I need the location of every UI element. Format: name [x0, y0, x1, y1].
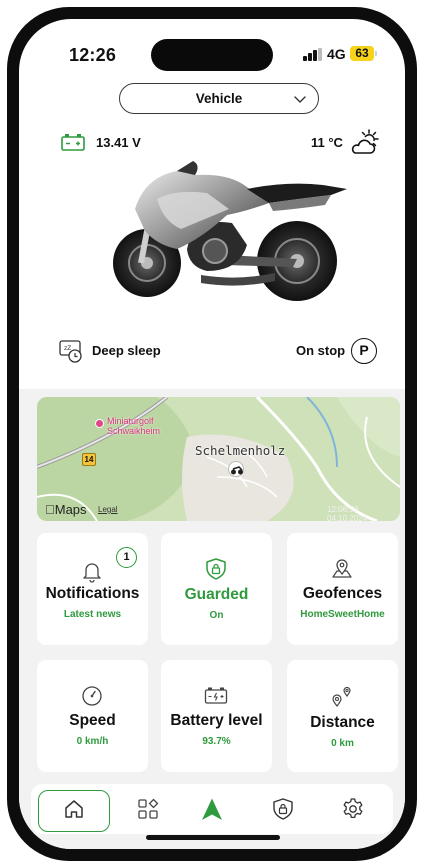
route-icon [332, 686, 351, 707]
speed-title: Speed [69, 712, 116, 729]
road-number-badge: 14 [82, 453, 96, 466]
distance-value: 0 km [331, 738, 354, 749]
home-indicator[interactable] [146, 835, 280, 840]
guarded-card[interactable]: Guarded On [161, 533, 272, 645]
speed-card[interactable]: Speed 0 km/h [37, 660, 148, 772]
phone-frame: 12:26 4G 63 Vehicle 13.41 V 11 °C zZ Dee… [7, 7, 417, 861]
stop-state: On stop [296, 343, 346, 358]
map-poi-pin-icon [95, 419, 104, 428]
chevron-down-icon [294, 96, 306, 103]
shield-lock-icon [273, 798, 293, 820]
partly-cloudy-icon [351, 129, 379, 154]
guarded-title: Guarded [184, 586, 249, 603]
network-type: 4G [327, 46, 346, 62]
notification-count-badge: 1 [116, 547, 137, 568]
motorcycle-icon [231, 466, 243, 475]
status-time: 12:26 [69, 45, 117, 65]
motorcycle-image [113, 161, 347, 301]
map-place-label: Schelmenholz [195, 443, 286, 458]
sleep-mode-icon: zZ [59, 340, 82, 363]
vehicle-location-marker[interactable] [228, 461, 244, 477]
app-screen: 12:26 4G 63 Vehicle 13.41 V 11 °C zZ Dee… [19, 19, 405, 849]
tab-home[interactable] [38, 784, 110, 834]
geofences-title: Geofences [302, 585, 383, 602]
tab-security[interactable] [247, 784, 319, 834]
gear-icon [343, 798, 363, 819]
maps-attribution: Maps [45, 502, 87, 517]
navigation-arrow-icon [202, 798, 222, 820]
home-icon [65, 800, 83, 818]
battery-level-title: Battery level [170, 712, 263, 729]
battery-level-card[interactable]: Battery level 93.7% [161, 660, 272, 772]
sleep-state: Deep sleep [92, 343, 161, 358]
geofences-card[interactable]: Geofences HomeSweetHome [287, 533, 398, 645]
signal-icon [303, 48, 323, 61]
guarded-status: On [209, 610, 224, 621]
voltage-value: 13.41 V [96, 135, 141, 150]
dynamic-island [151, 39, 273, 71]
map-poi-label: Miniaturgolf Schwaikheim [107, 416, 160, 436]
location-map[interactable]: Miniaturgolf Schwaikheim 14 Schelmenholz… [37, 397, 400, 521]
battery-indicator: 63 [350, 46, 374, 61]
battery-tip [375, 51, 377, 56]
vehicle-selector[interactable]: Vehicle [119, 83, 319, 114]
map-legal-link[interactable]: Legal [98, 505, 118, 514]
apple-logo-icon:  [45, 502, 55, 517]
geofences-subtitle: HomeSweetHome [300, 609, 385, 620]
tab-apps[interactable] [112, 784, 184, 834]
map-poi-line-2: Schwaikheim [107, 426, 161, 436]
map-pin-icon [332, 559, 352, 578]
vehicle-selector-label: Vehicle [195, 91, 243, 106]
maps-brand-text: Maps [45, 502, 87, 517]
temperature-value: 11 °C [311, 135, 343, 150]
apps-icon [138, 798, 159, 819]
distance-card[interactable]: Distance 0 km [287, 660, 398, 772]
tab-settings[interactable] [317, 784, 389, 834]
parking-icon: P [351, 338, 377, 364]
map-timestamp: 12:06:50 04.10.2024 [327, 505, 368, 521]
tab-navigation[interactable] [176, 784, 248, 834]
car-battery-icon [61, 134, 85, 151]
notifications-subtitle: Latest news [63, 609, 122, 620]
status-bar: 12:26 4G 63 [19, 19, 405, 79]
shield-lock-icon [206, 558, 226, 580]
battery-level-value: 93.7% [202, 736, 231, 747]
bottom-tab-bar [31, 784, 393, 834]
speedometer-icon [82, 686, 102, 706]
battery-icon [204, 687, 228, 704]
notifications-title: Notifications [45, 585, 140, 602]
distance-title: Distance [310, 714, 375, 731]
bell-icon [83, 563, 101, 583]
map-poi-line-1: Miniaturgolf [107, 416, 154, 426]
speed-value: 0 km/h [76, 736, 109, 747]
notifications-card[interactable]: 1 Notifications Latest news [37, 533, 148, 645]
svg-text:zZ: zZ [64, 345, 71, 352]
